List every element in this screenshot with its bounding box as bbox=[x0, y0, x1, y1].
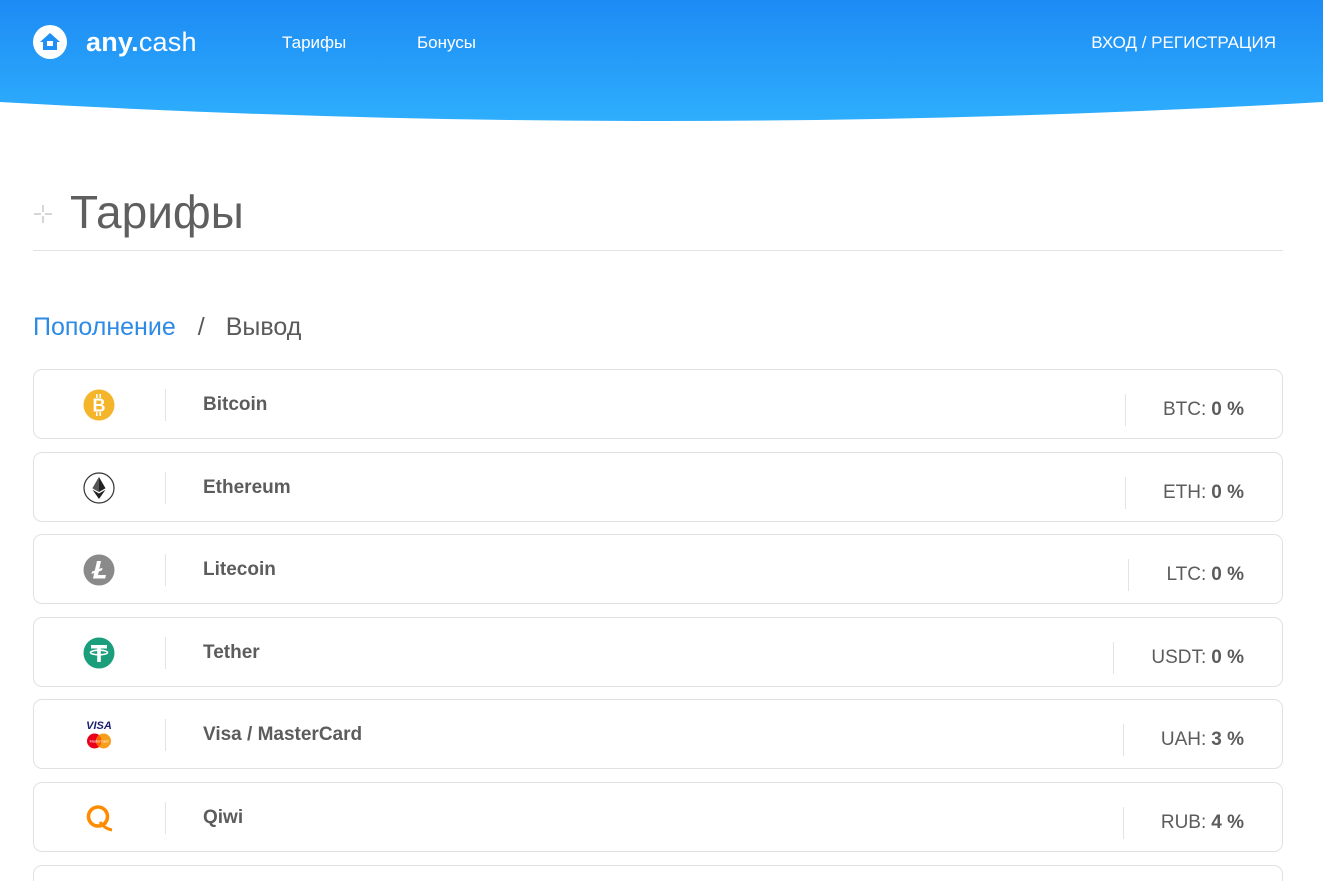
list-item[interactable]: B Bitcoin BTC: 0 % bbox=[33, 369, 1283, 439]
divider bbox=[165, 636, 166, 669]
method-name: Tether bbox=[203, 641, 260, 663]
fee-currency: BTC: bbox=[1162, 399, 1207, 420]
svg-text:B: B bbox=[93, 396, 106, 416]
tab-deposit[interactable]: Пополнение bbox=[33, 313, 176, 342]
method-name: Qiwi bbox=[203, 806, 244, 828]
list-item[interactable]: Qiwi RUB: 4 % bbox=[33, 781, 1283, 852]
divider bbox=[165, 801, 166, 834]
fee-currency: USDT: bbox=[1151, 646, 1207, 668]
method-fee: USDT: 0 % bbox=[1113, 641, 1244, 674]
tether-icon bbox=[83, 637, 115, 669]
visa-mastercard-icon: VISA MasterCard bbox=[86, 720, 112, 749]
qiwi-icon bbox=[86, 805, 113, 832]
method-name: Visa / MasterCard bbox=[203, 724, 363, 746]
payment-methods-list: B Bitcoin BTC: 0 % Ethereum ETH: 0 % Lit… bbox=[33, 369, 1283, 881]
fee-value: 0 % bbox=[1211, 481, 1244, 503]
list-item[interactable]: Tether USDT: 0 % bbox=[33, 616, 1283, 687]
fee-value: 0 % bbox=[1211, 564, 1244, 586]
tab-withdraw[interactable]: Вывод bbox=[226, 313, 302, 342]
home-icon bbox=[33, 25, 67, 59]
page-title-row: Тарифы bbox=[33, 185, 1283, 251]
header: any.cash Тарифы Бонусы ВХОД / РЕГИСТРАЦИ… bbox=[0, 0, 1323, 125]
method-fee: RUB: 4 % bbox=[1122, 806, 1244, 839]
divider bbox=[165, 719, 166, 752]
logo[interactable]: any.cash bbox=[33, 25, 197, 59]
fee-currency: LTC: bbox=[1166, 564, 1207, 586]
list-item[interactable] bbox=[33, 864, 1283, 881]
svg-text:MasterCard: MasterCard bbox=[90, 740, 109, 744]
brand-name: any.cash bbox=[86, 26, 197, 57]
list-item[interactable]: Ethereum ETH: 0 % bbox=[33, 451, 1283, 522]
page-title: Тарифы bbox=[70, 186, 244, 238]
nav-bonuses[interactable]: Бонусы bbox=[417, 33, 476, 53]
list-item[interactable]: Litecoin LTC: 0 % bbox=[33, 534, 1283, 605]
method-name: Ethereum bbox=[203, 476, 291, 498]
method-fee: ETH: 0 % bbox=[1124, 476, 1244, 509]
method-name: Litecoin bbox=[203, 559, 276, 581]
fee-value: 0 % bbox=[1211, 646, 1244, 668]
litecoin-icon bbox=[83, 554, 115, 586]
ethereum-icon bbox=[83, 471, 115, 504]
divider bbox=[165, 389, 166, 421]
header-background bbox=[0, 0, 1323, 121]
tab-separator: / bbox=[197, 313, 205, 341]
fee-value: 4 % bbox=[1211, 811, 1244, 833]
fee-value: 0 % bbox=[1211, 399, 1244, 420]
fee-currency: RUB: bbox=[1160, 811, 1207, 833]
method-fee: UAH: 3 % bbox=[1122, 724, 1244, 757]
list-item[interactable]: VISA MasterCard Visa / MasterCard UAH: 3 … bbox=[33, 699, 1283, 770]
nav-tariffs[interactable]: Тарифы bbox=[282, 33, 346, 53]
plus-decor-icon bbox=[34, 205, 52, 223]
fee-value: 3 % bbox=[1211, 729, 1244, 751]
method-fee: LTC: 0 % bbox=[1128, 559, 1244, 592]
bitcoin-icon: B bbox=[83, 389, 115, 421]
method-fee: BTC: 0 % bbox=[1124, 394, 1244, 426]
fee-currency: UAH: bbox=[1160, 729, 1207, 751]
fee-currency: ETH: bbox=[1162, 481, 1207, 503]
tabs: Пополнение / Вывод bbox=[33, 313, 301, 342]
divider bbox=[165, 471, 166, 504]
login-register-link[interactable]: ВХОД / РЕГИСТРАЦИЯ bbox=[1091, 33, 1276, 53]
svg-text:VISA: VISA bbox=[86, 720, 112, 732]
method-name: Bitcoin bbox=[203, 394, 268, 415]
divider bbox=[165, 554, 166, 587]
